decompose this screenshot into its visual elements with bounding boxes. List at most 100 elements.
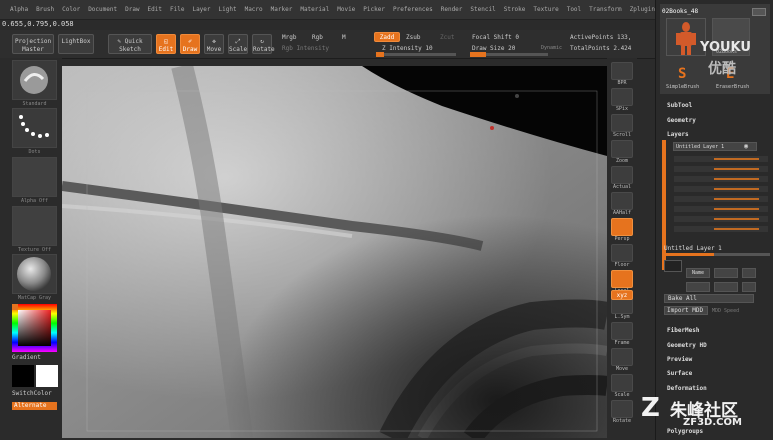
import-mdd-button[interactable]: Import MDD <box>664 306 708 315</box>
shelf-scroll-button[interactable] <box>611 114 633 132</box>
rotate-button[interactable]: ↻ Rotate <box>252 34 275 54</box>
lightbox-button[interactable]: LightBox <box>58 34 94 54</box>
subtool-menu[interactable]: SubTool <box>667 102 692 109</box>
canvas-viewport[interactable] <box>62 66 607 438</box>
layer-row[interactable] <box>674 176 768 182</box>
shelf-local-button[interactable] <box>611 270 633 288</box>
shelf-aahalf-button[interactable] <box>611 192 633 210</box>
bake-all-button[interactable]: Bake All <box>664 294 754 303</box>
preview-menu[interactable]: Preview <box>667 356 692 363</box>
z-intensity-track[interactable] <box>376 52 456 57</box>
layer-new-button[interactable] <box>742 268 756 278</box>
mrgb-button[interactable]: Mrgb <box>282 34 296 41</box>
zadd-button[interactable]: Zadd <box>374 32 400 42</box>
shelf-persp-button[interactable] <box>611 218 633 236</box>
menu-tool[interactable]: Tool <box>567 6 581 13</box>
menu-stroke[interactable]: Stroke <box>504 6 526 13</box>
menu-color[interactable]: Color <box>62 6 80 13</box>
alpha-selector[interactable] <box>12 157 57 197</box>
menu-draw[interactable]: Draw <box>125 6 139 13</box>
polygroups-menu[interactable]: Polygroups <box>667 428 703 435</box>
shelf-scale-button[interactable] <box>611 374 633 392</box>
menu-texture[interactable]: Texture <box>533 6 558 13</box>
zcut-button[interactable]: Zcut <box>440 34 454 41</box>
layer-row[interactable] <box>674 156 768 162</box>
layer-slider[interactable] <box>714 228 759 230</box>
draw-size-track[interactable] <box>470 52 548 57</box>
menu-layer[interactable]: Layer <box>192 6 210 13</box>
menu-macro[interactable]: Macro <box>245 6 263 13</box>
layer-slider[interactable] <box>714 208 759 210</box>
layer-row[interactable] <box>674 186 768 192</box>
layer-row[interactable] <box>674 226 768 232</box>
gradient-label[interactable]: Gradient <box>12 354 41 361</box>
layer-row[interactable] <box>674 166 768 172</box>
layer-slider[interactable] <box>714 178 759 180</box>
stroke-selector[interactable] <box>12 108 57 148</box>
layer-delete-button[interactable] <box>714 282 738 292</box>
texture-selector[interactable] <box>12 206 57 246</box>
projection-master-button[interactable]: Projection Master <box>12 34 54 54</box>
shelf-bpr-button[interactable] <box>611 62 633 80</box>
menu-file[interactable]: File <box>170 6 184 13</box>
mdd-speed-slider[interactable]: MDD Speed <box>712 308 739 314</box>
layer-slider[interactable] <box>714 188 759 190</box>
layer-name-button[interactable]: Name <box>686 268 710 278</box>
layer-split-button[interactable] <box>714 268 738 278</box>
layer-slider[interactable] <box>714 198 759 200</box>
shelf-floor-button[interactable] <box>611 244 633 262</box>
layer-row[interactable] <box>674 206 768 212</box>
zsub-button[interactable]: Zsub <box>406 34 420 41</box>
layer-copy-button[interactable] <box>742 282 756 292</box>
fibermesh-menu[interactable]: FiberMesh <box>667 327 700 334</box>
menu-edit[interactable]: Edit <box>148 6 162 13</box>
simple-brush-icon[interactable]: S <box>678 66 686 82</box>
switch-color-button[interactable]: SwitchColor <box>12 390 52 397</box>
layer-intensity-track[interactable] <box>664 253 770 256</box>
material-selector[interactable] <box>12 254 57 294</box>
brush-selector[interactable] <box>12 60 57 100</box>
primary-color[interactable] <box>36 365 58 387</box>
shelf-move-button[interactable] <box>611 348 633 366</box>
draw-button[interactable]: ✐ Draw <box>180 34 200 54</box>
menu-render[interactable]: Render <box>441 6 463 13</box>
layer-rec-button[interactable] <box>664 260 682 272</box>
geometry-hd-menu[interactable]: Geometry HD <box>667 342 707 349</box>
menu-stencil[interactable]: Stencil <box>470 6 495 13</box>
layer-slider[interactable] <box>714 218 759 220</box>
shelf-zoom-button[interactable] <box>611 140 633 158</box>
layers-menu[interactable]: Layers <box>667 131 689 138</box>
surface-menu[interactable]: Surface <box>667 370 692 377</box>
quick-sketch-button[interactable]: ✎ Quick Sketch <box>108 34 152 54</box>
color-picker[interactable] <box>12 304 57 352</box>
geometry-menu[interactable]: Geometry <box>667 117 696 124</box>
menu-transform[interactable]: Transform <box>589 6 622 13</box>
menu-picker[interactable]: Picker <box>363 6 385 13</box>
tool-menu-button[interactable] <box>752 8 766 16</box>
secondary-color[interactable] <box>12 365 34 387</box>
deformation-menu[interactable]: Deformation <box>667 385 707 392</box>
edit-button[interactable]: ◱ Edit <box>156 34 176 54</box>
layer-row[interactable] <box>674 216 768 222</box>
scale-button[interactable]: ⤢ Scale <box>228 34 248 54</box>
menu-alpha[interactable]: Alpha <box>10 6 28 13</box>
shelf-xyz-button[interactable]: xyz <box>611 290 633 300</box>
layer-slider[interactable] <box>714 168 759 170</box>
rgb-button[interactable]: Rgb <box>312 34 323 41</box>
layer-slider[interactable] <box>714 158 759 160</box>
move-button[interactable]: ✥ Move <box>204 34 224 54</box>
menu-material[interactable]: Material <box>300 6 329 13</box>
rgb-intensity-slider[interactable]: Rgb Intensity <box>282 45 329 52</box>
menu-zplugin[interactable]: Zplugin <box>630 6 655 13</box>
menu-document[interactable]: Document <box>88 6 117 13</box>
dynamic-button[interactable]: Dynamic <box>541 45 562 51</box>
menu-brush[interactable]: Brush <box>36 6 54 13</box>
m-button[interactable]: M <box>342 34 346 41</box>
shelf-actual-button[interactable] <box>611 166 633 184</box>
z-intensity-slider[interactable]: Z Intensity 10 <box>382 45 433 52</box>
draw-size-slider[interactable]: Draw Size 20 <box>472 45 515 52</box>
layer-row[interactable] <box>674 196 768 202</box>
alternate-button[interactable]: Alternate <box>12 402 57 410</box>
menu-preferences[interactable]: Preferences <box>393 6 433 13</box>
menu-light[interactable]: Light <box>219 6 237 13</box>
